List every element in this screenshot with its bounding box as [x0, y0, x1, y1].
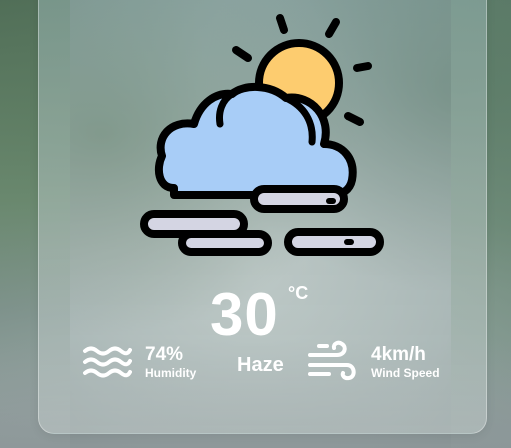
wind-stat: 4km/h Wind Speed: [371, 344, 440, 380]
wind-label: Wind Speed: [371, 366, 440, 380]
temperature-display: 30 °C: [0, 280, 511, 350]
humidity-stat: 74% Humidity: [145, 344, 196, 380]
wind-icon: [308, 340, 356, 381]
humidity-value: 74%: [145, 344, 184, 365]
humidity-label: Humidity: [145, 366, 197, 380]
wind-value: 4km/h: [371, 344, 426, 365]
weather-condition: Haze: [237, 354, 284, 376]
waves-icon: [83, 346, 132, 378]
temperature-value: 30: [210, 281, 279, 348]
partly-cloudy-haze-icon: [140, 14, 384, 256]
temperature-unit: °C: [288, 283, 309, 303]
